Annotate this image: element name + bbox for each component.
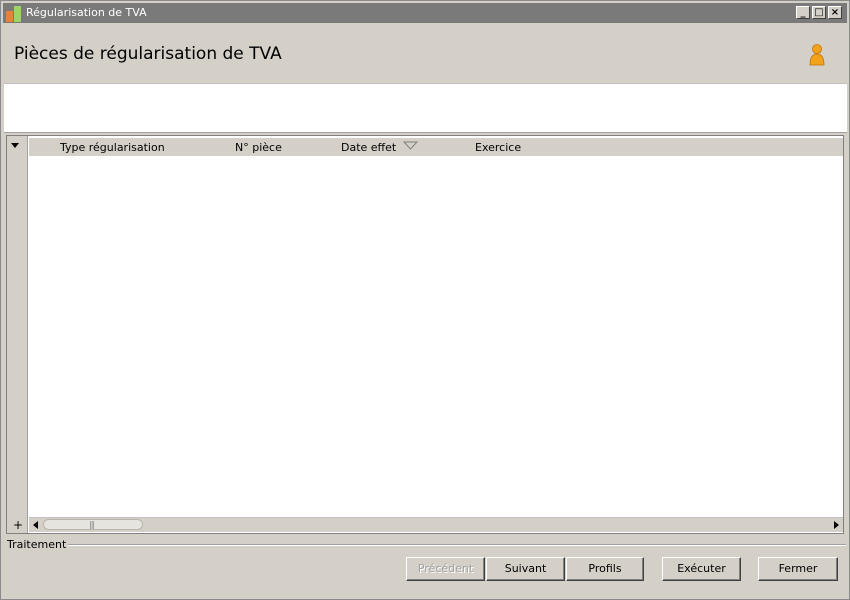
sort-descending-icon[interactable] <box>403 141 418 151</box>
scroll-thumb[interactable]: ||| <box>43 519 143 530</box>
section-divider <box>61 544 846 546</box>
column-header-piece-number[interactable]: N° pièce <box>235 141 282 154</box>
maximize-button[interactable]: □ <box>812 6 826 19</box>
user-icon[interactable] <box>808 43 826 67</box>
main-window: Régularisation de TVA _ □ × Pièces de ré… <box>0 0 850 600</box>
section-label: Traitement <box>7 538 69 551</box>
profiles-button[interactable]: Profils <box>566 557 644 581</box>
column-header-exercise[interactable]: Exercice <box>475 141 521 154</box>
grid-menu-icon[interactable] <box>11 143 19 148</box>
column-header-date[interactable]: Date effet <box>341 141 396 154</box>
scroll-right-icon[interactable] <box>834 521 839 529</box>
row-selector-column <box>7 136 28 533</box>
scroll-left-icon[interactable] <box>33 521 38 529</box>
app-icon <box>6 6 22 22</box>
horizontal-scrollbar[interactable]: + ||| <box>13 517 843 532</box>
previous-button[interactable]: Précédent <box>406 557 485 581</box>
minimize-button[interactable]: _ <box>796 6 810 19</box>
page-title: Pièces de régularisation de TVA <box>14 44 282 64</box>
close-button[interactable]: Fermer <box>758 557 838 581</box>
next-button[interactable]: Suivant <box>486 557 565 581</box>
title-bar[interactable]: Régularisation de TVA _ □ × <box>3 3 847 23</box>
page-header: Pièces de régularisation de TVA <box>3 23 847 83</box>
add-row-icon[interactable]: + <box>11 518 25 532</box>
grip-icon: ||| <box>89 520 95 529</box>
grid-header: Type régularisation N° pièce Date effet … <box>29 138 843 156</box>
execute-button[interactable]: Exécuter <box>662 557 741 581</box>
filter-area <box>4 83 847 133</box>
window-title: Régularisation de TVA <box>26 6 147 19</box>
data-grid[interactable]: Type régularisation N° pièce Date effet … <box>6 135 844 534</box>
column-header-type[interactable]: Type régularisation <box>60 141 165 154</box>
close-window-button[interactable]: × <box>828 6 842 19</box>
